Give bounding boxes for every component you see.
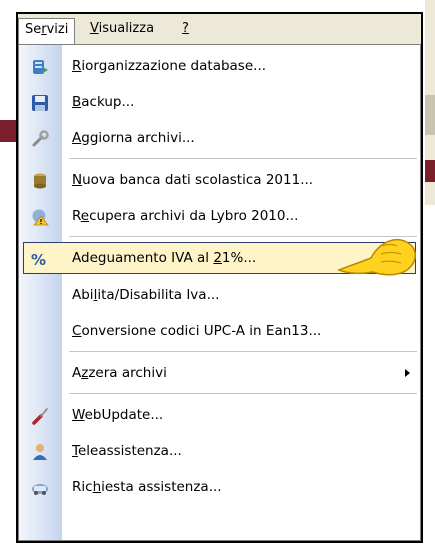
background-accent-bar <box>425 160 435 182</box>
menu-label-part: isualizza <box>98 21 155 36</box>
menu-servizi[interactable]: Servizi <box>18 18 76 44</box>
percent-icon: % <box>31 250 49 269</box>
menu-item-recupera-archivi[interactable]: Recupera archivi da Lybro 2010... <box>19 198 420 234</box>
label-part: ggiorna archivi... <box>81 130 195 146</box>
menu-item-riorganizzazione-database[interactable]: Riorganizzazione database... <box>19 48 420 84</box>
user-support-icon <box>31 443 49 461</box>
menu-accelerator: V <box>90 21 99 36</box>
menu-item-label: Riorganizzazione database... <box>72 48 266 84</box>
label-part: onversione codici UPC-A in Ean13... <box>81 323 322 339</box>
label-part: Abi <box>72 287 94 303</box>
label-part: ackup... <box>81 94 135 110</box>
menu-item-label: Aggiorna archivi... <box>72 120 195 156</box>
background-app-right <box>425 0 435 551</box>
submenu-arrow-icon <box>405 369 410 377</box>
menu-item-label: WebUpdate... <box>72 397 163 433</box>
warning-recover-icon <box>31 208 49 226</box>
menu-item-label: Backup... <box>72 84 134 120</box>
label-part: 1%... <box>221 250 257 266</box>
network-help-icon <box>31 479 49 497</box>
menu-item-label: Richiesta assistenza... <box>72 469 222 505</box>
menu-item-azzera-archivi[interactable]: Azzera archivi <box>19 355 420 391</box>
menu-label-part: vizi <box>46 22 69 37</box>
menu-label-part: Se <box>25 22 42 37</box>
menu-item-label: Nuova banca dati scolastica 2011... <box>72 162 313 198</box>
label-part: ita/Disabilita Iva... <box>97 287 220 303</box>
menu-item-backup[interactable]: Backup... <box>19 84 420 120</box>
menu-accelerator: R <box>72 58 82 74</box>
label-part: cupera archivi da Lybro 2010... <box>89 208 299 224</box>
menu-item-teleassistenza[interactable]: Teleassistenza... <box>19 433 420 469</box>
menu-item-label: Recupera archivi da Lybro 2010... <box>72 198 298 234</box>
label-part: eleassistenza... <box>77 443 182 459</box>
servizi-dropdown-menu: Riorganizzazione database... Backup... A… <box>18 44 421 541</box>
menu-accelerator: B <box>72 94 82 110</box>
menu-item-label: Adeguamento IVA al 21%... <box>72 240 256 276</box>
pointing-hand-icon <box>336 238 417 276</box>
database-icon <box>31 172 49 190</box>
menu-accelerator: A <box>72 130 82 146</box>
label-part: Ric <box>72 479 93 495</box>
label-part: uova banca dati scolastica 2011... <box>82 172 314 188</box>
label-part: iesta assistenza... <box>101 479 222 495</box>
menu-item-webupdate[interactable]: WebUpdate... <box>19 397 420 433</box>
menu-separator <box>69 393 417 394</box>
menu-separator <box>69 351 417 352</box>
menu-accelerator: ? <box>182 21 189 36</box>
database-reorganize-icon <box>31 58 49 76</box>
menu-accelerator: h <box>92 479 102 495</box>
svg-text:%: % <box>31 251 46 268</box>
screwdriver-icon <box>31 407 49 425</box>
background-accent-bar <box>0 120 16 142</box>
menu-accelerator: W <box>72 407 85 423</box>
floppy-disk-icon <box>31 94 49 112</box>
menu-item-aggiorna-archivi[interactable]: Aggiorna archivi... <box>19 120 420 156</box>
label-part: R <box>72 208 81 224</box>
label-part: A <box>72 365 82 381</box>
menu-item-conversione-codici[interactable]: Conversione codici UPC-A in Ean13... <box>19 313 420 349</box>
menu-item-label: Teleassistenza... <box>72 433 182 469</box>
label-part: ebUpdate... <box>84 407 164 423</box>
menu-separator <box>69 158 417 159</box>
menu-visualizza[interactable]: Visualizza <box>84 18 160 40</box>
label-part: zera archivi <box>88 365 167 381</box>
menu-accelerator: N <box>72 172 83 188</box>
background-app-left <box>0 0 16 551</box>
menu-item-richiesta-assistenza[interactable]: Richiesta assistenza... <box>19 469 420 505</box>
menu-item-nuova-banca-dati[interactable]: Nuova banca dati scolastica 2011... <box>19 162 420 198</box>
label-part: iorganizzazione database... <box>81 58 267 74</box>
label-part: Adeguamento IVA al <box>72 250 214 266</box>
wrench-icon <box>31 130 49 148</box>
menu-item-label: Azzera archivi <box>72 355 167 391</box>
menu-item-label: Abilita/Disabilita Iva... <box>72 277 219 313</box>
menu-accelerator: 2 <box>213 250 222 266</box>
background-panel-dark <box>425 95 435 135</box>
menu-bar: Servizi Visualizza ? <box>18 14 421 45</box>
menu-accelerator: e <box>80 208 90 224</box>
menu-item-label: Conversione codici UPC-A in Ean13... <box>72 313 321 349</box>
menu-item-abilita-disabilita-iva[interactable]: Abilita/Disabilita Iva... <box>19 277 420 313</box>
menu-help[interactable]: ? <box>176 18 195 40</box>
